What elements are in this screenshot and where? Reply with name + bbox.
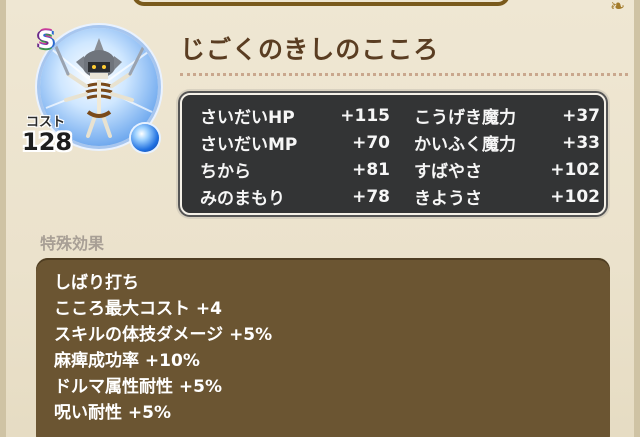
stat-value: +115 [340,105,390,126]
stat-heal-magic: かいふく魔力 +33 [390,130,600,156]
stat-defense: みのまもり +78 [200,184,390,210]
stat-value: +102 [550,186,600,207]
effect-item: 呪い耐性 +5% [54,403,172,423]
stat-value: +78 [352,186,390,207]
stat-dexterity: きようさ +102 [390,184,600,210]
stat-label: こうげき魔力 [414,108,516,128]
stat-label: さいだいMP [200,135,298,155]
special-effects-heading: 特殊効果 [40,234,105,253]
special-effects-list: しばり打ち こころ最大コスト +4 スキルの体技ダメージ +5% 麻痺成功率 +… [36,258,610,437]
stat-agility: すばやさ +102 [390,157,600,183]
stat-label: かいふく魔力 [414,135,516,155]
effect-item: しばり打ち [54,273,139,293]
stat-attack-magic: こうげき魔力 +37 [390,103,600,129]
rank-s-badge-icon: S [30,24,62,58]
name-divider [180,73,628,76]
stat-value: +37 [562,105,600,126]
effect-item: ドルマ属性耐性 +5% [54,377,223,397]
effect-item: スキルの体技ダメージ +5% [54,325,273,345]
effect-item: 麻痺成功率 +10% [54,351,200,371]
effect-item: こころ最大コスト +4 [54,299,222,319]
stat-label: きようさ [414,189,482,209]
stat-label: ちから [200,162,251,182]
stat-label: みのまもり [200,189,285,209]
blue-orb-icon [131,124,159,152]
stat-value: +102 [550,159,600,180]
stat-strength: ちから +81 [200,157,390,183]
stat-max-hp: さいだいHP +115 [200,103,390,129]
stat-label: さいだいHP [200,108,295,128]
stat-value: +33 [562,132,600,153]
stat-label: すばやさ [414,162,482,182]
stat-max-mp: さいだいMP +70 [200,130,390,156]
stats-panel: さいだいHP +115 こうげき魔力 +37 さいだいMP +70 かいふく魔力… [180,93,606,215]
stat-value: +81 [352,159,390,180]
rank-letter: S [37,26,55,54]
panel-top-tab [132,0,510,6]
stats-grid: さいだいHP +115 こうげき魔力 +37 さいだいMP +70 かいふく魔力… [200,103,600,210]
corner-ornament-icon: ❧ [610,0,626,17]
heart-name: じごくのきしのこころ [180,35,440,64]
stat-value: +70 [352,132,390,153]
cost-value: 128 [22,128,73,156]
